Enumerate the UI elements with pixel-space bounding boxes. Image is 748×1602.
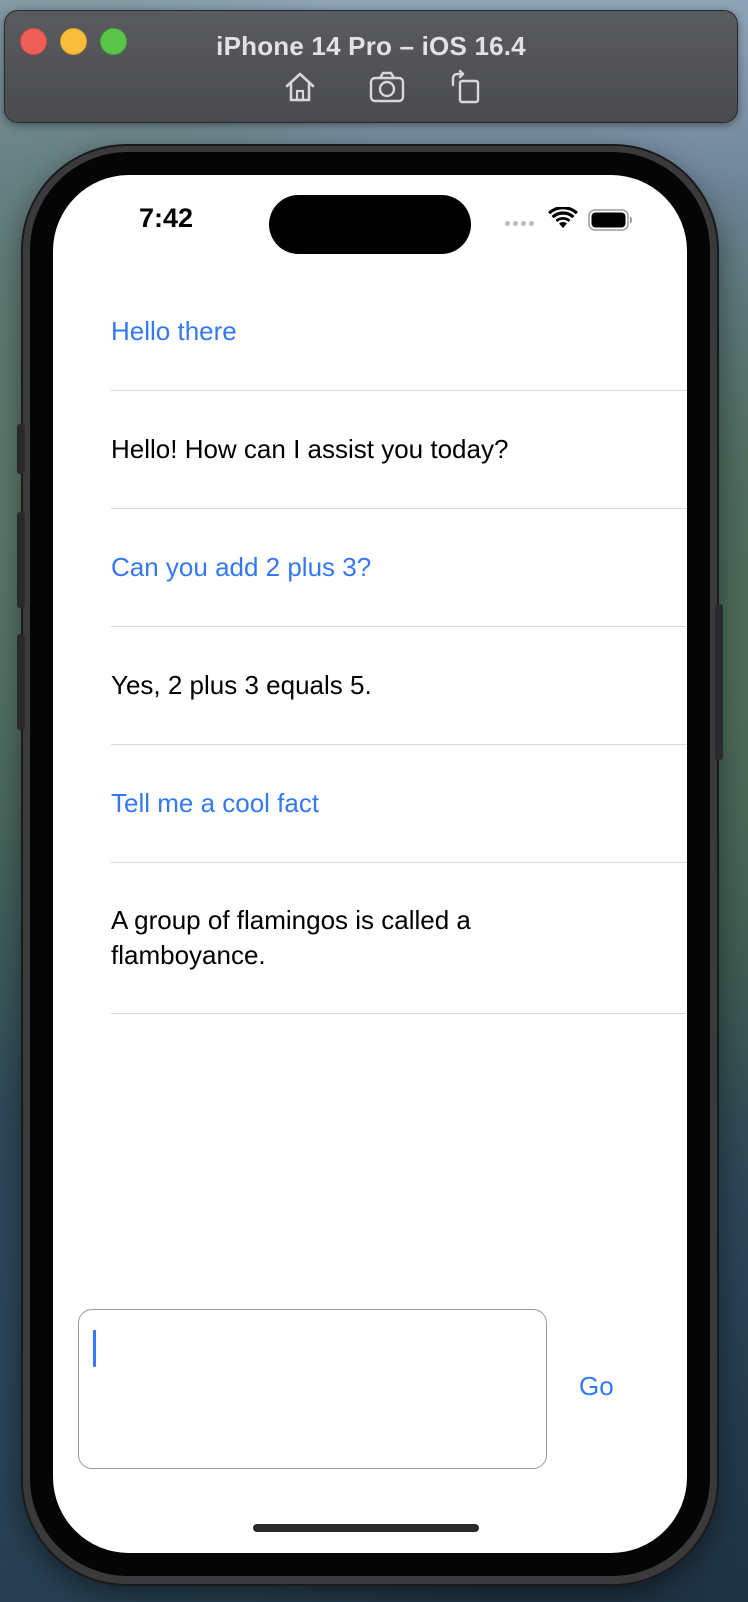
dynamic-island [269, 195, 471, 254]
go-button[interactable]: Go [579, 1371, 614, 1402]
screenshot-camera-icon [369, 71, 405, 103]
simulator-title-bar: iPhone 14 Pro – iOS 16.4 [4, 10, 738, 123]
phone-screen: 7:42 Hello there Hello! How can I assist… [53, 175, 687, 1553]
list-item-assistant-message[interactable]: A group of flamingos is called a flamboy… [53, 863, 687, 1013]
message-text: Hello! How can I assist you today? [111, 434, 509, 464]
message-text: A group of flamingos is called a flamboy… [111, 905, 471, 970]
list-item-user-message[interactable]: Can you add 2 plus 3? [53, 509, 687, 626]
status-time: 7:42 [139, 203, 194, 233]
home-icon [285, 72, 315, 102]
message-text: Can you add 2 plus 3? [111, 552, 372, 582]
cellular-signal-icon [505, 221, 534, 226]
message-text: Hello there [111, 316, 237, 346]
message-text: Yes, 2 plus 3 equals 5. [111, 670, 372, 700]
rotate-icon [451, 69, 480, 104]
volume-up-button [17, 512, 25, 608]
action-button [17, 424, 25, 474]
message-input[interactable] [78, 1309, 547, 1469]
row-separator [111, 1013, 687, 1014]
home-indicator[interactable] [253, 1524, 479, 1532]
screenshot-button[interactable] [368, 69, 406, 105]
volume-down-button [17, 634, 25, 730]
list-item-user-message[interactable]: Tell me a cool fact [53, 745, 687, 862]
chat-message-list: Hello there Hello! How can I assist you … [53, 273, 687, 1014]
text-cursor [93, 1330, 96, 1367]
home-button[interactable] [281, 69, 319, 105]
list-item-assistant-message[interactable]: Hello! How can I assist you today? [53, 391, 687, 508]
wifi-icon [548, 207, 578, 228]
side-power-button [715, 604, 723, 760]
status-icons [505, 205, 637, 235]
battery-icon [588, 209, 633, 231]
rotate-button[interactable] [447, 69, 485, 105]
list-item-user-message[interactable]: Hello there [53, 273, 687, 390]
list-item-assistant-message[interactable]: Yes, 2 plus 3 equals 5. [53, 627, 687, 744]
simulator-title: iPhone 14 Pro – iOS 16.4 [216, 31, 526, 61]
message-text: Tell me a cool fact [111, 788, 320, 818]
